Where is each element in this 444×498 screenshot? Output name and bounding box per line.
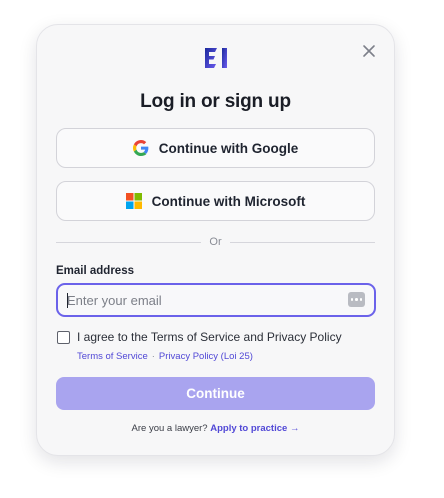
close-icon[interactable]	[361, 43, 377, 59]
link-separator: ·	[151, 351, 155, 362]
google-icon	[132, 140, 149, 156]
continue-button[interactable]: Continue	[56, 377, 375, 410]
apply-to-practice-link[interactable]: Apply to practice →	[210, 423, 299, 434]
page-title: Log in or sign up	[140, 91, 291, 112]
auth-modal: Log in or sign up Continue with Google C…	[36, 24, 395, 456]
email-field-container	[56, 283, 376, 317]
continue-with-microsoft-button[interactable]: Continue with Microsoft	[56, 181, 375, 221]
lawyer-prompt: Are you a lawyer?	[131, 423, 208, 434]
continue-with-google-button[interactable]: Continue with Google	[56, 128, 375, 168]
or-divider: Or	[56, 233, 376, 251]
email-input[interactable]	[67, 285, 327, 315]
brand-logo-icon	[205, 48, 227, 68]
terms-checkbox[interactable]	[57, 331, 70, 344]
terms-agree-label[interactable]: I agree to the Terms of Service and Priv…	[77, 330, 342, 344]
divider-line-right	[229, 241, 376, 243]
terms-links: Terms of Service · Privacy Policy (Loi 25)	[77, 351, 253, 362]
lawyer-footer: Are you a lawyer? Apply to practice →	[37, 423, 394, 434]
password-manager-icon[interactable]	[348, 292, 365, 307]
email-label: Email address	[56, 265, 134, 277]
terms-of-service-link[interactable]: Terms of Service	[77, 351, 148, 362]
microsoft-button-label: Continue with Microsoft	[151, 193, 306, 209]
text-caret	[67, 293, 68, 308]
microsoft-icon	[125, 193, 142, 209]
divider-label: Or	[209, 236, 222, 248]
google-button-label: Continue with Google	[158, 140, 299, 156]
divider-line-left	[56, 241, 202, 243]
privacy-policy-link[interactable]: Privacy Policy (Loi 25)	[159, 351, 253, 362]
